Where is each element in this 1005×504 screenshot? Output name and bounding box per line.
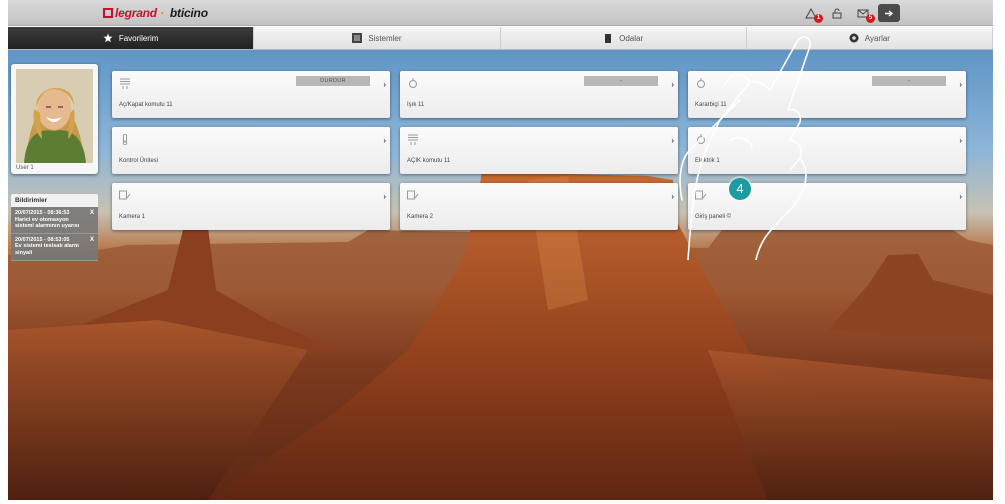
username: User 1 [16, 165, 34, 171]
tile-label: Kamera 1 [119, 214, 146, 220]
mail-badge: 5 [866, 14, 875, 23]
brand-logo: legrand · bticino [103, 6, 208, 20]
favorite-tile-shutter-2[interactable]: › AÇIK komutu 11 [400, 127, 678, 174]
bticino-wordmark: bticino [169, 6, 208, 20]
tab-rooms-label: Odalar [619, 33, 644, 43]
tile-label: AÇIK komutu 11 [407, 158, 451, 164]
notification-time: 20/07/2015 - 08:53:05 [15, 236, 70, 243]
camera-icon [695, 188, 707, 200]
favorite-tile-light[interactable]: - › Işık 11 [400, 71, 678, 118]
rooms-icon [603, 33, 613, 43]
tile-label: Aç/Kapat komutu 11 [119, 102, 173, 108]
star-icon [103, 33, 113, 43]
shutter-icon [119, 76, 131, 89]
notification-text: Ev sistemi tesisatı alarm sinyali [15, 243, 79, 256]
tab-systems-label: Sistemler [368, 33, 402, 43]
chevron-right-icon[interactable]: › [959, 192, 962, 201]
tile-label: Kontrol Ünitesi [119, 158, 159, 164]
favorite-tile-dimmer[interactable]: - › Kararbiçi 11 [688, 71, 966, 118]
favorite-tile-camera-1[interactable]: › Kamera 1 [112, 183, 390, 230]
chevron-right-icon[interactable]: › [671, 80, 674, 89]
avatar [16, 69, 93, 163]
close-icon[interactable]: X [90, 210, 94, 217]
tab-favorites-label: Favorilerim [118, 33, 159, 43]
tile-label: Giriş paneli © [695, 214, 732, 220]
tile-label: Işık 11 [407, 102, 425, 108]
favorite-tile-camera-2[interactable]: › Kamera 2 [400, 183, 678, 230]
mail-icon[interactable]: 5 [852, 4, 875, 23]
chevron-right-icon[interactable]: › [383, 80, 386, 89]
notification-time: 20/07/2015 - 08:36:53 [15, 210, 70, 216]
camera-icon [119, 188, 131, 200]
top-bar: legrand · bticino 1 5 [8, 0, 993, 26]
light-icon [695, 132, 707, 144]
camera-icon [407, 188, 419, 200]
dimmer-icon [695, 76, 707, 88]
logout-icon[interactable] [878, 4, 900, 22]
chevron-right-icon[interactable]: › [671, 136, 674, 145]
legrand-wordmark: legrand [115, 6, 157, 20]
tab-settings-label: Ayarlar [864, 33, 890, 43]
chevron-right-icon[interactable]: › [383, 192, 386, 201]
lock-icon[interactable] [826, 4, 848, 22]
notifications-panel: Bildirimler 20/07/2015 - 08:36:53 Harici… [11, 194, 98, 261]
settings-icon [849, 33, 859, 43]
notification-item[interactable]: 20/07/2015 - 08:36:53 Harici ev otomasyo… [11, 207, 98, 234]
notification-text: Harici ev otomasyon sistemi alarmının uy… [15, 216, 80, 230]
notifications-title: Bildirimler [11, 194, 98, 207]
legrand-logo-mark [103, 8, 113, 18]
bticino-dot: · [160, 6, 164, 20]
main-nav-tabs: Favorilerim Sistemler Odalar Ayarlar [8, 27, 993, 50]
tab-settings[interactable]: Ayarlar [746, 27, 993, 49]
thermometer-icon [119, 132, 131, 146]
alarm-icon[interactable]: 1 [800, 4, 823, 23]
tab-rooms[interactable]: Odalar [500, 27, 747, 49]
tile-label: Elektrik 1 [695, 158, 720, 164]
step-number-badge: 4 [729, 178, 751, 200]
tab-systems[interactable]: Sistemler [254, 27, 501, 49]
systems-icon [352, 33, 363, 43]
chevron-right-icon[interactable]: › [383, 136, 386, 145]
favorite-tile-shutter-1[interactable]: DURDUR › Aç/Kapat komutu 11 [112, 71, 390, 118]
favorite-tile-thermostat[interactable]: › Kontrol Ünitesi [112, 127, 390, 174]
notification-item[interactable]: 20/07/2015 - 08:53:05 Ev sistemi tesisat… [11, 233, 98, 261]
alarm-badge: 1 [814, 14, 823, 23]
chevron-right-icon[interactable]: › [671, 192, 674, 201]
close-icon[interactable]: X [90, 237, 94, 244]
tab-favorites[interactable]: Favorilerim [8, 27, 255, 49]
user-card[interactable]: User 1 [11, 64, 98, 174]
tile-label: Kamera 2 [407, 214, 434, 220]
dimmer-control[interactable]: - [872, 76, 946, 86]
shutter-icon [407, 132, 419, 145]
favorite-tile-electric[interactable]: › Elektrik 1 [688, 127, 966, 174]
light-icon [407, 76, 419, 88]
stop-button[interactable]: DURDUR [296, 76, 370, 86]
top-icon-group: 1 5 [800, 4, 900, 23]
chevron-right-icon[interactable]: › [959, 80, 962, 89]
tile-label: Kararbiçi 11 [695, 102, 727, 108]
chevron-right-icon[interactable]: › [959, 136, 962, 145]
light-control[interactable]: - [584, 76, 658, 86]
